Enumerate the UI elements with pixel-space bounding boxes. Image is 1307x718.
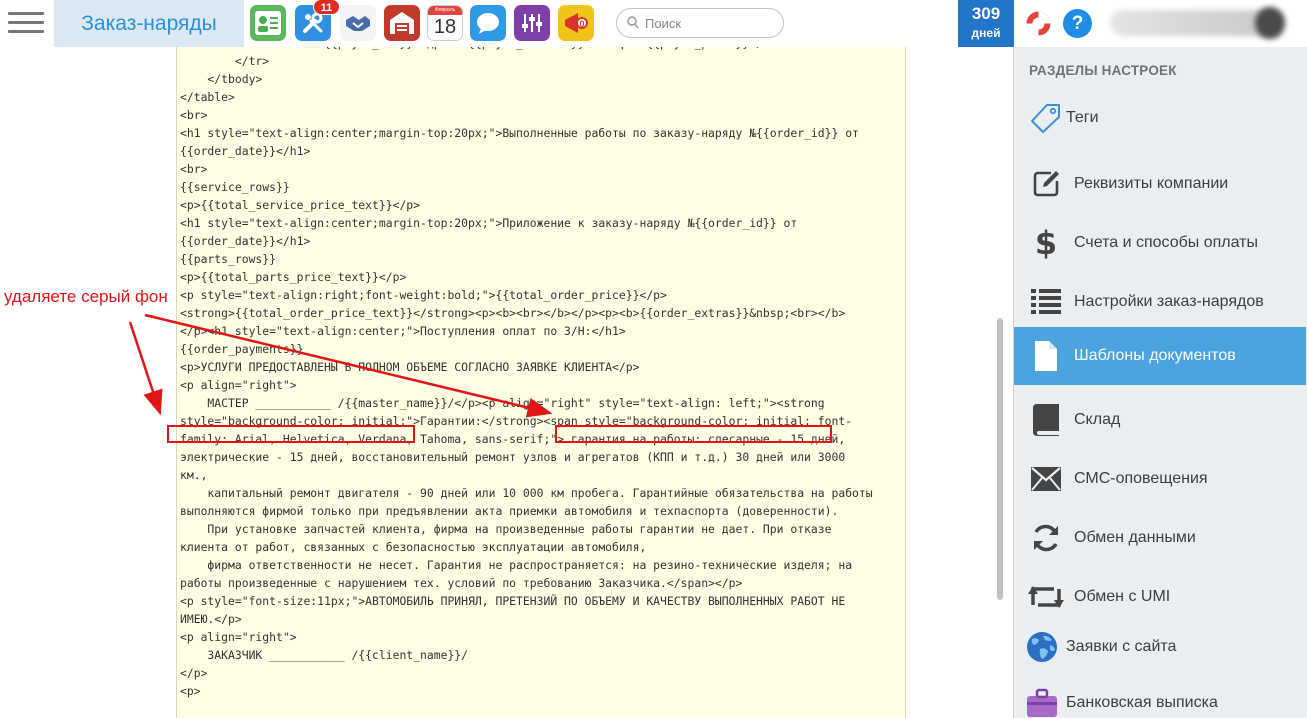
code-line[interactable]: </p><h1 style="text-align:center;">Посту… <box>180 322 905 340</box>
settings-sections-panel: РАЗДЕЛЫ НАСТРОЕК Теги Реквизиты компании… <box>1013 47 1307 718</box>
code-line[interactable]: </p> <box>180 664 905 682</box>
tag-icon <box>1014 102 1074 134</box>
settings-item-payment-accounts[interactable]: $ Счета и способы оплаты <box>1014 214 1306 272</box>
code-line[interactable]: {{order_date}}</h1> <box>180 142 905 160</box>
svg-text:0: 0 <box>580 19 585 29</box>
settings-item-data-exchange[interactable]: Обмен данными <box>1014 509 1306 567</box>
settings-item-label: Счета и способы оплаты <box>1074 234 1258 251</box>
book-icon <box>1014 404 1074 436</box>
lifebuoy-icon[interactable] <box>1025 10 1052 37</box>
settings-heading: РАЗДЕЛЫ НАСТРОЕК <box>1029 63 1177 78</box>
briefcase-icon <box>1014 688 1066 718</box>
calendar-icon[interactable]: Февраль 18 <box>427 5 463 41</box>
settings-item-label: Шаблоны документов <box>1074 347 1236 364</box>
search-box[interactable] <box>616 8 784 38</box>
settings-item-label: Настройки заказ-нарядов <box>1074 293 1264 310</box>
code-line[interactable]: </tbody> <box>180 70 905 88</box>
code-line[interactable]: <p align="right"> <box>180 628 905 646</box>
warehouse-icon[interactable] <box>384 5 420 41</box>
settings-item-label: Обмен данными <box>1074 529 1196 546</box>
settings-item-website-requests[interactable]: Заявки с сайта <box>1014 618 1306 676</box>
envelope-icon <box>1014 467 1074 491</box>
notifications-badge: 11 <box>313 0 340 15</box>
menu-icon[interactable] <box>8 12 44 34</box>
settings-sliders-icon[interactable] <box>514 5 550 41</box>
code-line[interactable]: работы произведенные с нарушением тех. у… <box>180 574 905 592</box>
settings-item-label: Заявки с сайта <box>1066 638 1177 655</box>
code-line[interactable]: <p style="text-align:right;font-weight:b… <box>180 286 905 304</box>
code-line[interactable]: клиента от работ, связанных с безопаснос… <box>180 538 905 556</box>
code-line[interactable]: <p>УСЛУГИ ПРЕДОСТАВЛЕНЫ В ПОЛНОМ ОБЪЕМЕ … <box>180 358 905 376</box>
code-line[interactable]: <h1 style="text-align:center;margin-top:… <box>180 214 905 232</box>
dollar-icon: $ <box>1034 224 1058 262</box>
days-label: дней <box>971 26 1001 40</box>
code-line[interactable]: ИМЕЮ.</p> <box>180 610 905 628</box>
code-line[interactable]: <p style="font-size:11px;">АВТОМОБИЛЬ ПР… <box>180 592 905 610</box>
code-line[interactable]: выполняются фирмой только при предъявлен… <box>180 502 905 520</box>
code-line[interactable]: </table> <box>180 88 905 106</box>
code-line[interactable]: {{parts_rows}} <box>180 250 905 268</box>
days-count: 309 <box>971 4 1001 23</box>
code-line[interactable]: <p> <box>180 682 905 700</box>
code-line[interactable]: {{order_date}}</h1> <box>180 232 905 250</box>
code-line[interactable]: км., <box>180 466 905 484</box>
settings-item-sms[interactable]: СМС-оповещения <box>1014 450 1306 508</box>
code-line[interactable]: <h1 style="text-align:center;margin-top:… <box>180 124 905 142</box>
left-gutter <box>0 47 176 718</box>
edit-icon <box>1014 169 1074 199</box>
days-remaining[interactable]: 309 дней <box>958 0 1014 47</box>
code-line[interactable]: капитальный ремонт двигателя - 90 дней и… <box>180 484 905 502</box>
code-line[interactable]: </tr> <box>180 52 905 70</box>
top-bar: Заказ-наряды 11 Февраль 18 0 309 дней ? <box>0 0 1307 47</box>
settings-item-order-settings[interactable]: Настройки заказ-нарядов <box>1014 273 1306 331</box>
settings-item-warehouse[interactable]: Склад <box>1014 391 1306 449</box>
code-line[interactable]: <br> <box>180 106 905 124</box>
code-line[interactable]: {{service_rows}} <box>180 178 905 196</box>
html-template-editor[interactable]: <td>ИНН: {{payer_inn}} адрес: {{payer_ad… <box>176 47 906 718</box>
retweet-icon <box>1014 584 1074 610</box>
list-icon <box>1014 289 1074 315</box>
code-line[interactable]: При установке запчастей клиента, фирма н… <box>180 520 905 538</box>
app-title[interactable]: Заказ-наряды <box>54 0 244 47</box>
help-button[interactable]: ? <box>1063 9 1092 38</box>
promo-icon[interactable]: 0 <box>558 5 594 41</box>
highlight-box-span-style <box>555 425 832 443</box>
chat-icon[interactable] <box>470 5 506 41</box>
highlight-box-strong-style <box>167 425 415 443</box>
page-scrollbar[interactable] <box>997 318 1003 600</box>
settings-item-company-details[interactable]: Реквизиты компании <box>1014 155 1306 213</box>
settings-item-tags[interactable]: Теги <box>1014 89 1306 147</box>
handshake-icon[interactable] <box>340 5 376 41</box>
calendar-day: 18 <box>433 16 457 38</box>
settings-item-label: Обмен с UMI <box>1074 588 1171 605</box>
settings-item-document-templates[interactable]: Шаблоны документов <box>1014 327 1306 385</box>
annotation-text: удаляете серый фон <box>4 287 168 306</box>
code-line[interactable]: <p>{{total_service_price_text}}</p> <box>180 196 905 214</box>
avatar[interactable] <box>1255 7 1285 39</box>
settings-item-label: Склад <box>1074 411 1121 428</box>
code-line[interactable]: <br> <box>180 160 905 178</box>
settings-item-label: Теги <box>1066 109 1099 126</box>
code-line[interactable]: ЗАКАЗЧИК ___________ /{{client_name}}/ <box>180 646 905 664</box>
settings-item-label: Банковская выписка <box>1066 694 1218 711</box>
search-icon <box>627 16 639 29</box>
code-line[interactable]: электрические - 15 дней, восстановительн… <box>180 448 905 466</box>
search-input[interactable] <box>645 13 775 33</box>
contacts-app-icon[interactable] <box>250 5 286 41</box>
code-line[interactable]: {{order_payments}} <box>180 340 905 358</box>
editor-code: <td>ИНН: {{payer_inn}} адрес: {{payer_ad… <box>177 47 905 700</box>
code-line[interactable]: <p>{{total_parts_price_text}}</p> <box>180 268 905 286</box>
code-line[interactable]: <p align="right"> <box>180 376 905 394</box>
settings-item-label: Реквизиты компании <box>1074 175 1229 192</box>
sync-icon <box>1014 523 1074 553</box>
code-line[interactable]: МАСТЕР ___________ /{{master_name}}/</p>… <box>180 394 905 412</box>
code-line[interactable]: фирма ответственности не несет. Гарантия… <box>180 556 905 574</box>
document-icon <box>1014 341 1074 371</box>
globe-icon <box>1014 631 1066 663</box>
calendar-month: Февраль <box>428 6 462 15</box>
code-line[interactable]: <strong>{{total_order_price_text}}</stro… <box>180 304 905 322</box>
settings-item-label: СМС-оповещения <box>1074 470 1208 487</box>
settings-item-bank-statement[interactable]: Банковская выписка <box>1014 674 1306 718</box>
